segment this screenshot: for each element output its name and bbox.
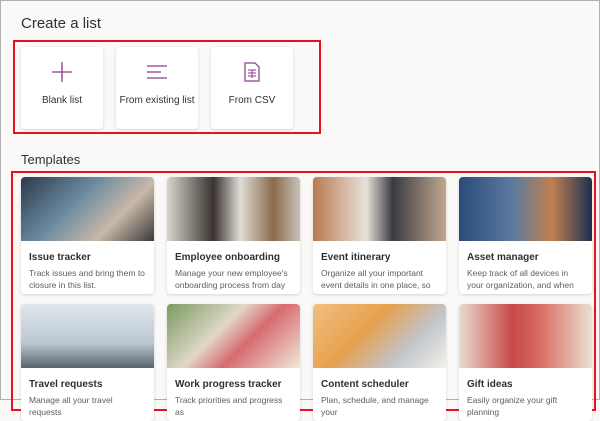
from-csv-label: From CSV: [228, 95, 276, 106]
template-card-work-progress-tracker[interactable]: Work progress tracker Track priorities a…: [167, 304, 300, 421]
template-title: Gift ideas: [467, 379, 513, 390]
template-title: Asset manager: [467, 252, 539, 263]
template-title: Event itinerary: [321, 252, 391, 263]
from-existing-list-button[interactable]: From existing list: [116, 47, 198, 129]
from-csv-button[interactable]: From CSV: [211, 47, 293, 129]
template-image: [21, 304, 154, 368]
template-image: [459, 304, 592, 368]
template-card-gift-ideas[interactable]: Gift ideas Easily organize your gift pla…: [459, 304, 592, 421]
template-description: Organize all your important event detail…: [321, 268, 431, 290]
template-card-issue-tracker[interactable]: Issue tracker Track issues and bring the…: [21, 177, 154, 294]
template-image: [313, 177, 446, 241]
template-title: Issue tracker: [29, 252, 91, 263]
template-image: [313, 304, 446, 368]
csv-file-icon: [211, 61, 293, 83]
template-card-travel-requests[interactable]: Travel requests Manage all your travel r…: [21, 304, 154, 421]
blank-list-button[interactable]: Blank list: [21, 47, 103, 129]
template-description: Track issues and bring them to closure i…: [29, 268, 145, 290]
from-existing-list-label: From existing list: [119, 95, 195, 106]
template-description: Track priorities and progress as: [175, 395, 283, 417]
template-description: Plan, schedule, and manage your: [321, 395, 429, 417]
template-description: Keep track of all devices in your organi…: [467, 268, 574, 290]
template-description: Easily organize your gift planning: [467, 395, 558, 417]
template-title: Employee onboarding: [175, 252, 281, 263]
template-card-event-itinerary[interactable]: Event itinerary Organize all your import…: [313, 177, 446, 294]
template-image: [21, 177, 154, 241]
template-title: Content scheduler: [321, 379, 409, 390]
plus-icon: [21, 61, 103, 83]
template-description: Manage all your travel requests: [29, 395, 113, 417]
template-title: Travel requests: [29, 379, 103, 390]
template-image: [459, 177, 592, 241]
template-image: [167, 304, 300, 368]
template-card-content-scheduler[interactable]: Content scheduler Plan, schedule, and ma…: [313, 304, 446, 421]
template-card-employee-onboarding[interactable]: Employee onboarding Manage your new empl…: [167, 177, 300, 294]
template-card-asset-manager[interactable]: Asset manager Keep track of all devices …: [459, 177, 592, 294]
blank-list-label: Blank list: [41, 95, 82, 106]
create-list-heading: Create a list: [21, 15, 102, 32]
templates-heading: Templates: [21, 152, 81, 167]
template-image: [167, 177, 300, 241]
lines-icon: [116, 61, 198, 83]
template-title: Work progress tracker: [175, 379, 282, 390]
template-description: Manage your new employee's onboarding pr…: [175, 268, 288, 290]
